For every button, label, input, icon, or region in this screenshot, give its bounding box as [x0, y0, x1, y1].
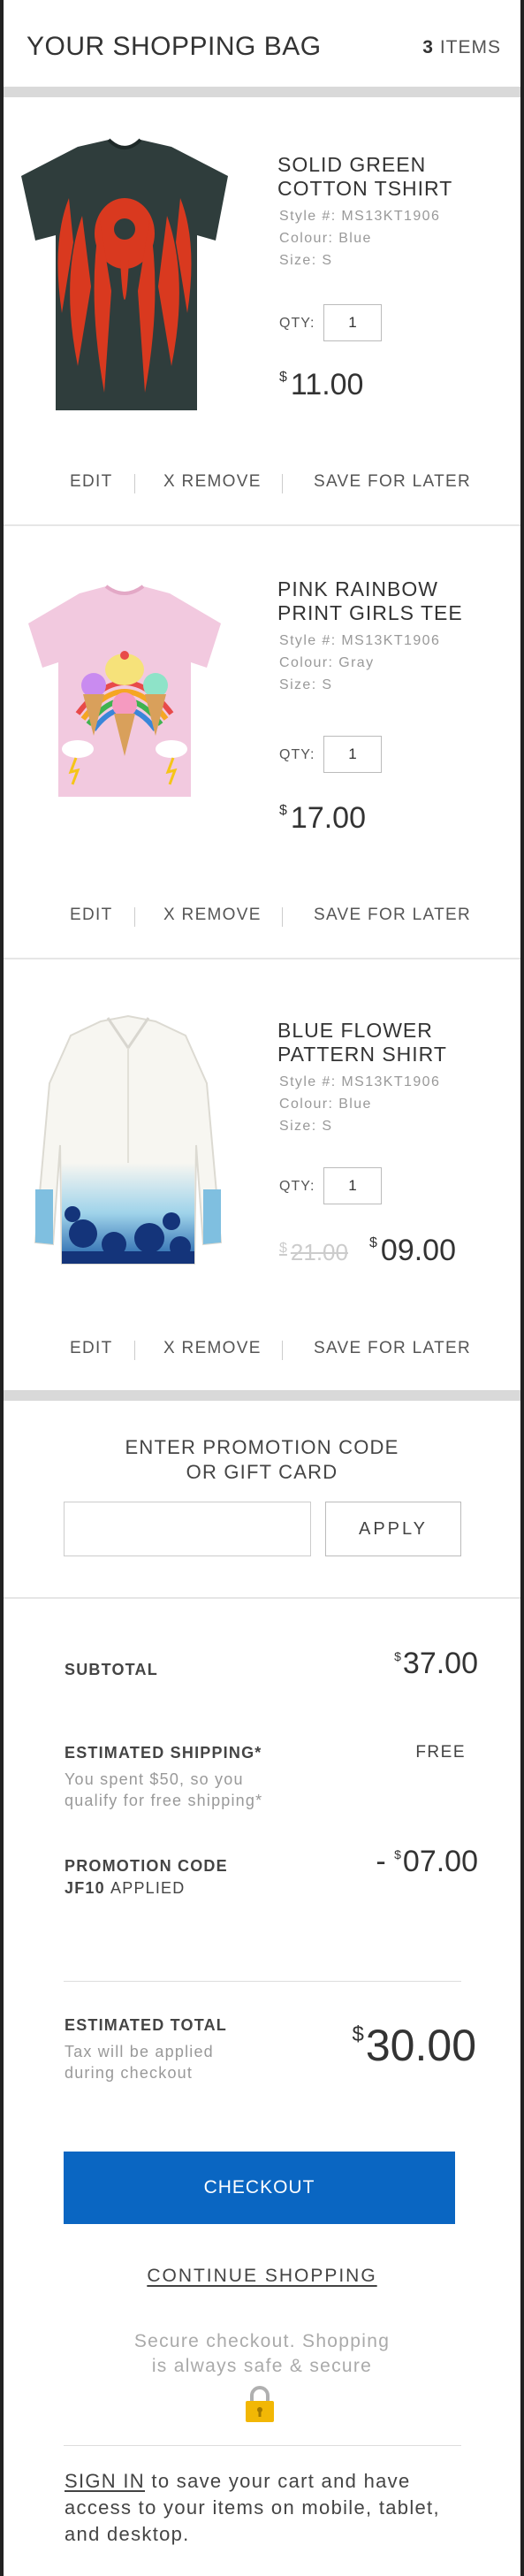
qty-label: QTY: — [279, 747, 315, 762]
page-title: YOUR SHOPPING BAG — [27, 32, 322, 61]
remove-button[interactable]: X REMOVE — [163, 472, 262, 492]
sign-in-prompt: SIGN IN to save your cart and have acces… — [65, 2470, 440, 2545]
apply-button[interactable]: APPLY — [325, 1502, 461, 1556]
product-price: $17.00 — [279, 801, 366, 835]
item-actions: EDIT X REMOVE SAVE FOR LATER — [4, 1339, 520, 1365]
promo-code-input[interactable] — [64, 1502, 311, 1556]
cart-item: BLUE FLOWER PATTERN SHIRT Style #: MS13K… — [4, 959, 520, 1393]
item-count: 3 ITEMS — [422, 37, 501, 58]
product-colour: Colour: Gray — [279, 655, 375, 670]
product-meta: Style #: MS13KT1906 Colour: Gray Size: S — [279, 630, 440, 696]
product-meta: Style #: MS13KT1906 Colour: Blue Size: S — [279, 1071, 440, 1137]
header-divider — [4, 87, 520, 97]
summary-divider — [64, 1981, 461, 1982]
promo-divider — [4, 1597, 520, 1599]
tax-note: Tax will be applied during checkout — [65, 2043, 214, 2082]
save-for-later-button[interactable]: SAVE FOR LATER — [314, 472, 471, 492]
product-style: Style #: MS13KT1906 — [279, 633, 441, 648]
shipping-label: ESTIMATED SHIPPING* — [65, 1744, 262, 1762]
remove-button[interactable]: X REMOVE — [163, 906, 262, 925]
product-colour: Colour: Blue — [279, 1097, 372, 1112]
continue-shopping-link[interactable]: CONTINUE SHOPPING — [4, 2266, 520, 2287]
item-count-label: ITEMS — [439, 37, 501, 57]
item-count-number: 3 — [422, 37, 434, 57]
sign-in-link[interactable]: SIGN IN — [65, 2470, 145, 2492]
edit-button[interactable]: EDIT — [70, 472, 112, 492]
footer-divider — [64, 2445, 461, 2446]
qty-label: QTY: — [279, 1179, 315, 1194]
product-colour: Colour: Blue — [279, 231, 372, 246]
subtotal-value: $37.00 — [394, 1647, 478, 1680]
action-separator — [282, 474, 283, 493]
header: YOUR SHOPPING BAG 3 ITEMS — [4, 0, 520, 87]
product-price: $11.00 — [279, 368, 364, 401]
action-separator — [134, 1341, 135, 1360]
qty-input[interactable]: 1 — [323, 304, 382, 341]
applied-promo-code: JF10 — [65, 1879, 105, 1897]
shipping-value: FREE — [415, 1743, 466, 1762]
remove-button[interactable]: X REMOVE — [163, 1339, 262, 1358]
total-value: $30.00 — [352, 2021, 476, 2070]
product-image-green-tshirt[interactable] — [16, 136, 233, 419]
section-divider — [4, 1390, 520, 1401]
qty-label: QTY: — [279, 316, 315, 331]
product-size: Size: S — [279, 1119, 333, 1134]
total-label: ESTIMATED TOTAL — [65, 2016, 227, 2034]
save-for-later-button[interactable]: SAVE FOR LATER — [314, 906, 471, 925]
product-size: Size: S — [279, 677, 333, 692]
action-separator — [282, 1341, 283, 1360]
action-separator — [282, 907, 283, 927]
cart-item: PINK RAINBOW PRINT GIRLS TEE Style #: MS… — [4, 526, 520, 959]
product-image-blue-flower-shirt[interactable] — [30, 1013, 226, 1271]
product-name[interactable]: PINK RAINBOW PRINT GIRLS TEE — [277, 577, 463, 625]
secure-checkout-note: Secure checkout. Shopping is always safe… — [133, 2331, 391, 2376]
promo-discount-value: - $07.00 — [376, 1845, 478, 1878]
product-name[interactable]: BLUE FLOWER PATTERN SHIRT — [277, 1019, 447, 1066]
checkout-button[interactable]: CHECKOUT — [64, 2152, 455, 2224]
subtotal-label: SUBTOTAL — [65, 1661, 158, 1678]
product-name[interactable]: SOLID GREEN COTTON TSHIRT — [277, 153, 452, 201]
product-style: Style #: MS13KT1906 — [279, 209, 441, 224]
item-actions: EDIT X REMOVE SAVE FOR LATER — [4, 906, 520, 932]
promo-code-label: PROMOTION CODE JF10 APPLIED — [65, 1857, 228, 1897]
original-price: $21.00 — [279, 1239, 348, 1265]
product-price: $09.00 — [369, 1234, 456, 1267]
product-size: Size: S — [279, 253, 333, 268]
action-separator — [134, 907, 135, 927]
action-separator — [134, 474, 135, 493]
edit-button[interactable]: EDIT — [70, 906, 112, 925]
item-actions: EDIT X REMOVE SAVE FOR LATER — [4, 472, 520, 499]
qty-input[interactable]: 1 — [323, 1167, 382, 1204]
product-meta: Style #: MS13KT1906 Colour: Blue Size: S — [279, 205, 440, 271]
product-image-pink-tee[interactable] — [25, 581, 224, 802]
shipping-note: You spent $50, so you qualify for free s… — [65, 1770, 263, 1809]
lock-icon — [246, 2386, 274, 2422]
cart-item: SOLID GREEN COTTON TSHIRT Style #: MS13K… — [4, 97, 520, 522]
save-for-later-button[interactable]: SAVE FOR LATER — [314, 1339, 471, 1358]
qty-input[interactable]: 1 — [323, 736, 382, 773]
product-style: Style #: MS13KT1906 — [279, 1074, 441, 1089]
edit-button[interactable]: EDIT — [70, 1339, 112, 1358]
promo-heading: ENTER PROMOTION CODE OR GIFT CARD — [125, 1436, 399, 1483]
